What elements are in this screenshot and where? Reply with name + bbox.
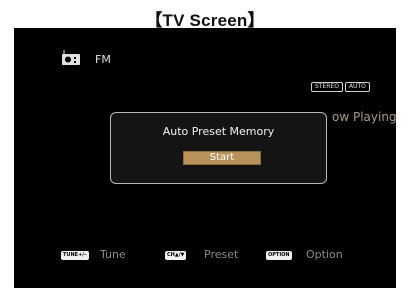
- ch-key-icon: CH▲/▼: [165, 251, 187, 260]
- hint-preset-label: Preset: [204, 248, 239, 261]
- audio-mode-badges: STEREO AUTO: [311, 82, 370, 92]
- radio-icon: [62, 50, 80, 66]
- stereo-badge: STEREO: [311, 82, 343, 92]
- source-label: FM: [95, 53, 111, 66]
- now-playing-label: ow Playing: [332, 110, 396, 124]
- page-heading: 【TV Screen】: [145, 11, 265, 30]
- tv-screen: FM STEREO AUTO ow Playing Auto Preset Me…: [14, 28, 396, 288]
- hint-tune-label: Tune: [100, 248, 126, 261]
- tune-key-icon: TUNE+/–: [61, 251, 89, 260]
- option-key-icon: OPTION: [266, 251, 292, 260]
- auto-badge: AUTO: [344, 82, 370, 92]
- button-hints: TUNE+/– Tune CH▲/▼ Preset OPTION Option: [61, 248, 391, 264]
- start-button[interactable]: Start: [183, 151, 261, 165]
- hint-option-label: Option: [306, 248, 343, 261]
- dialog-title: Auto Preset Memory: [162, 125, 275, 138]
- auto-preset-dialog: Auto Preset Memory Start: [110, 112, 327, 184]
